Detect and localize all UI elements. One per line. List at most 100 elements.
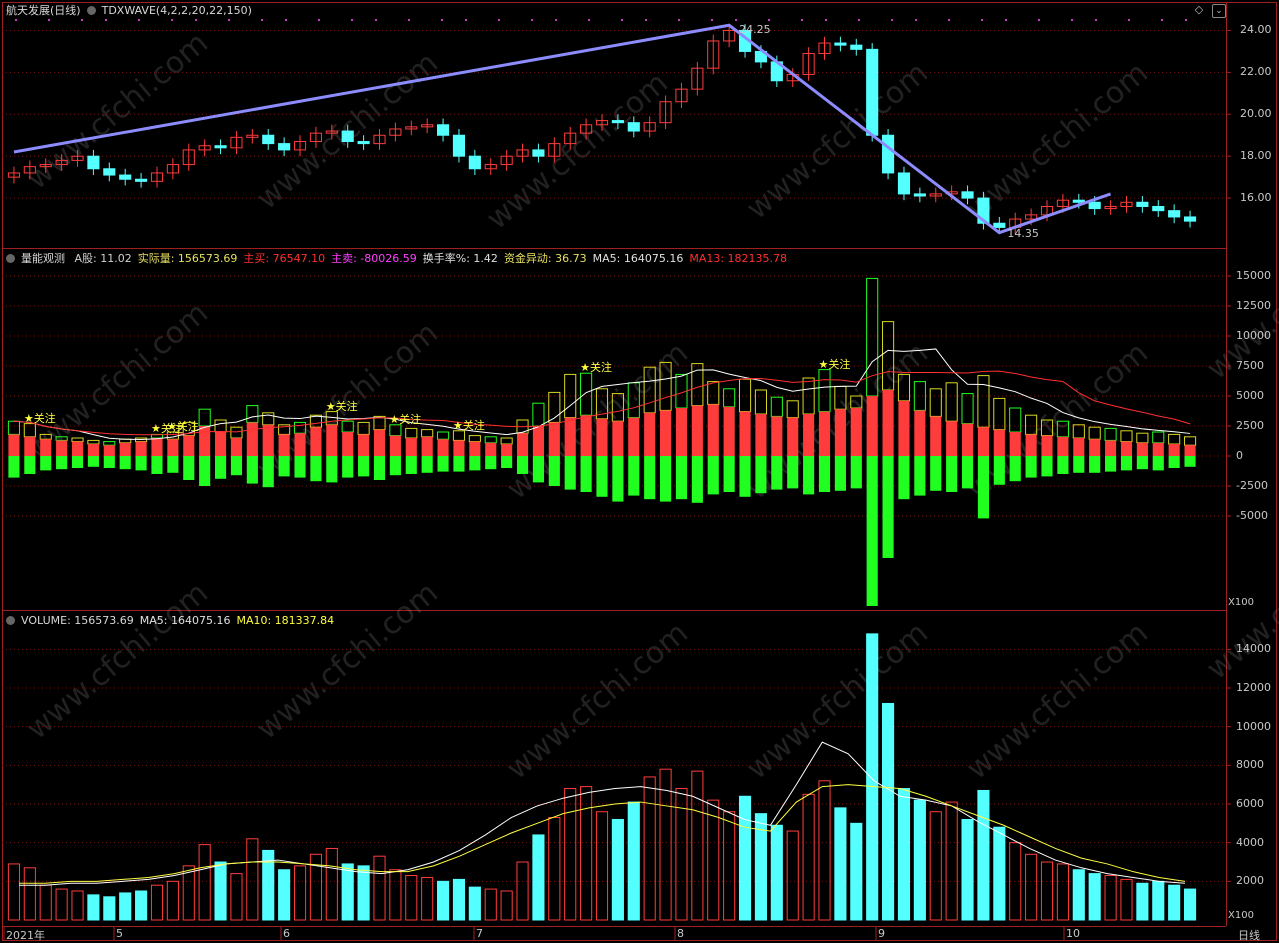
total-volume-bar xyxy=(500,437,513,445)
total-volume-bar xyxy=(627,382,640,419)
price-tick-label: 16.00 xyxy=(1240,191,1272,205)
panel2-tick-label: -2500 xyxy=(1236,479,1268,492)
main-buy-bar xyxy=(993,429,1005,456)
collapse-icon[interactable]: ⌄ xyxy=(1212,4,1226,18)
total-volume-bar xyxy=(993,397,1006,431)
signal-dot xyxy=(1161,19,1163,21)
main-buy-bar xyxy=(373,429,386,456)
panel2-tick-label: 7500 xyxy=(1236,359,1264,372)
main-buy-bar xyxy=(675,408,688,456)
price-tick-label: 18.00 xyxy=(1240,149,1272,163)
main-buy-bar xyxy=(914,410,926,456)
main-sell-bar xyxy=(151,456,163,474)
candle-body xyxy=(278,143,291,151)
main-buy-bar xyxy=(818,411,831,456)
panel2-metric-3: 主卖: -80026.59 xyxy=(331,252,417,265)
tdxwave-line xyxy=(13,23,1112,235)
main-sell-bar xyxy=(1041,456,1053,477)
signal-dot xyxy=(1128,19,1130,21)
main-buy-bar xyxy=(310,427,322,456)
main-buy-bar xyxy=(1057,436,1069,456)
main-buy-bar xyxy=(389,435,401,456)
main-buy-bar xyxy=(1025,434,1037,456)
main-buy-bar xyxy=(771,416,783,456)
main-buy-bar xyxy=(230,438,243,456)
volume-bar xyxy=(150,884,164,921)
main-buy-bar xyxy=(8,434,20,456)
candle-body xyxy=(993,222,1006,228)
panel2-tick-label: 5000 xyxy=(1236,389,1264,402)
main-buy-bar xyxy=(262,424,274,456)
candle-body xyxy=(341,130,354,143)
total-volume-bar xyxy=(1136,432,1149,444)
main-sell-bar xyxy=(882,456,894,558)
main-buy-bar xyxy=(278,434,290,456)
diamond-icon[interactable]: ◇ xyxy=(1193,4,1205,16)
price-panel-header: 航天发展(日线) TDXWAVE(4,2,2,20,22,150) xyxy=(6,4,258,18)
main-buy-bar xyxy=(405,438,417,456)
volume-bar xyxy=(929,811,942,921)
main-buy-bar xyxy=(24,436,36,456)
main-buy-bar xyxy=(40,439,52,456)
total-volume-bar xyxy=(643,366,656,414)
main-sell-bar xyxy=(278,456,290,477)
volume-bar xyxy=(214,861,227,921)
volume-bar xyxy=(278,869,291,921)
signal-dot xyxy=(228,19,230,21)
total-volume-bar xyxy=(723,388,736,408)
main-sell-bar xyxy=(644,456,656,500)
volume-tick-label: 14000 xyxy=(1236,642,1271,656)
total-volume-bar xyxy=(1120,430,1133,443)
total-volume-bar xyxy=(71,437,84,443)
main-buy-bar xyxy=(1152,442,1164,456)
main-buy-bar xyxy=(56,440,68,456)
main-sell-bar xyxy=(946,456,958,492)
volume-bar xyxy=(723,811,736,921)
main-sell-bar xyxy=(1120,456,1133,471)
total-volume-bar xyxy=(1183,436,1197,446)
panel2-metric-0: A股: 11.02 xyxy=(74,252,132,265)
signal-dot xyxy=(195,19,197,21)
volume-bar xyxy=(834,807,847,921)
main-sell-bar xyxy=(453,456,465,472)
signal-dot xyxy=(858,19,860,21)
price-tick-label: 24.00 xyxy=(1240,23,1272,37)
volume-bar xyxy=(373,855,386,921)
total-volume-bar xyxy=(707,381,720,405)
panel2-metric-1: 实际量: 156573.69 xyxy=(137,252,238,265)
total-volume-bar xyxy=(866,277,879,397)
volume-bar xyxy=(850,822,863,921)
signal-dot xyxy=(891,19,893,21)
volume-bar xyxy=(595,811,609,921)
total-volume-bar xyxy=(293,421,307,434)
total-volume-bar xyxy=(882,321,895,391)
panel-toggle-icon[interactable] xyxy=(6,616,15,625)
panel-toggle-icon[interactable] xyxy=(6,254,15,263)
volume-bar xyxy=(1168,884,1181,921)
main-buy-bar xyxy=(580,415,592,456)
total-volume-bar xyxy=(945,382,958,422)
total-volume-bar xyxy=(421,429,434,438)
volume-bar xyxy=(659,768,672,921)
total-volume-bar xyxy=(738,378,752,413)
x-tick-label: 6 xyxy=(283,927,290,940)
attention-marker: ★关注 xyxy=(325,399,358,413)
main-sell-bar xyxy=(1057,456,1069,474)
volume-bar xyxy=(325,847,338,921)
volume-bar xyxy=(71,890,84,921)
main-buy-bar xyxy=(691,405,703,456)
main-sell-bar xyxy=(834,456,846,491)
total-volume-bar xyxy=(754,389,767,415)
volume-bar xyxy=(7,863,21,921)
volume-bar xyxy=(87,894,100,921)
total-volume-bar xyxy=(850,395,863,409)
total-volume-bar xyxy=(1040,419,1054,437)
volume-bar xyxy=(246,838,259,921)
period-label[interactable]: 日线 xyxy=(1238,927,1260,943)
main-sell-bar xyxy=(850,456,862,489)
main-buy-bar xyxy=(739,411,751,456)
main-sell-bar xyxy=(24,456,36,474)
indicator-toggle-icon[interactable] xyxy=(86,6,96,15)
signal-dot xyxy=(171,19,173,21)
volume-tick-label: 4000 xyxy=(1236,835,1264,849)
